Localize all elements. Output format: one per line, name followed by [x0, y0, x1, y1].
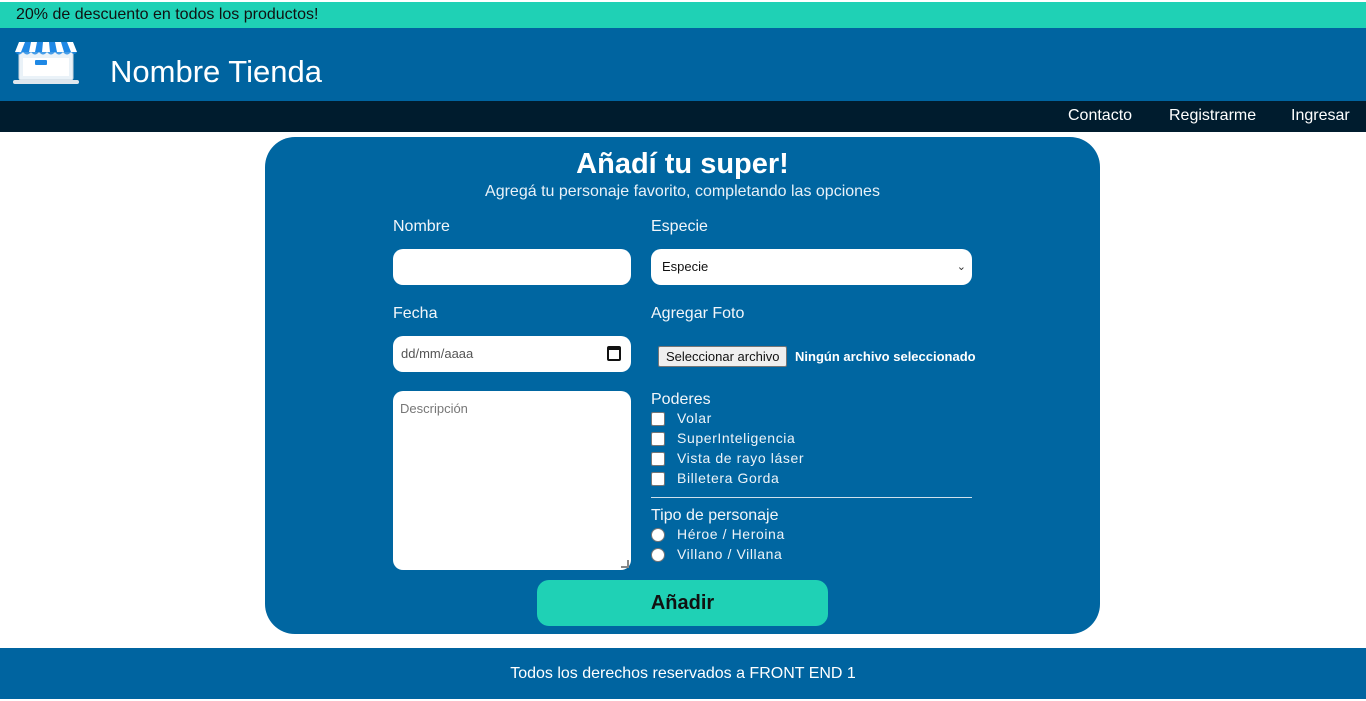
poder-checkbox[interactable]: [651, 452, 665, 466]
nav-link-registrarme[interactable]: Registrarme: [1169, 101, 1256, 130]
file-select-button[interactable]: Seleccionar archivo: [658, 346, 788, 367]
calendar-icon[interactable]: [607, 346, 621, 361]
site-footer: Todos los derechos reservados a FRONT EN…: [0, 648, 1366, 699]
poder-label: Billetera Gorda: [677, 470, 780, 486]
tipo-radio[interactable]: [651, 528, 665, 542]
tipo-option-label: Villano / Villana: [677, 546, 783, 562]
nav-link-ingresar[interactable]: Ingresar: [1291, 101, 1350, 130]
fecha-input[interactable]: dd/mm/aaaa: [393, 336, 631, 372]
tipo-option-label: Héroe / Heroina: [677, 526, 785, 542]
fecha-label: Fecha: [393, 305, 438, 322]
foto-label: Agregar Foto: [651, 305, 745, 322]
poder-label: SuperInteligencia: [677, 430, 796, 446]
poder-label: Vista de rayo láser: [677, 450, 805, 466]
fecha-placeholder: dd/mm/aaaa: [401, 346, 474, 361]
form-subtitle: Agregá tu personaje favorito, completand…: [485, 183, 880, 200]
especie-label: Especie: [651, 218, 708, 235]
poderes-label: Poderes: [651, 391, 711, 408]
especie-select[interactable]: Especie ⌄: [651, 249, 972, 285]
nombre-input[interactable]: [393, 249, 631, 285]
descripcion-textarea[interactable]: Descripción: [393, 391, 631, 570]
add-button[interactable]: Añadir: [537, 580, 828, 626]
especie-selected-value: Especie: [662, 259, 709, 274]
store-name: Nombre Tienda: [110, 54, 322, 89]
poder-label: Volar: [677, 410, 712, 426]
tipo-label: Tipo de personaje: [651, 507, 779, 524]
form-title: Añadí tu super!: [576, 148, 789, 180]
store-laptop-icon[interactable]: [11, 38, 81, 86]
file-status-text: Ningún archivo seleccionado: [795, 349, 976, 364]
chevron-down-icon: ⌄: [956, 261, 966, 273]
add-hero-form: Añadí tu super! Agregá tu personaje favo…: [265, 137, 1100, 634]
nav-link-contacto[interactable]: Contacto: [1068, 101, 1132, 130]
promo-banner: 20% de descuento en todos los productos!: [0, 2, 1366, 28]
poder-checkbox[interactable]: [651, 412, 665, 426]
poder-checkbox[interactable]: [651, 432, 665, 446]
nombre-label: Nombre: [393, 218, 450, 235]
main-nav: Contacto Registrarme Ingresar: [0, 101, 1366, 132]
site-header: Nombre Tienda: [0, 28, 1366, 101]
tipo-radio[interactable]: [651, 548, 665, 562]
poder-checkbox[interactable]: [651, 472, 665, 486]
descripcion-placeholder: Descripción: [400, 401, 468, 416]
section-divider: [651, 497, 972, 498]
resize-handle-icon[interactable]: [621, 560, 629, 568]
